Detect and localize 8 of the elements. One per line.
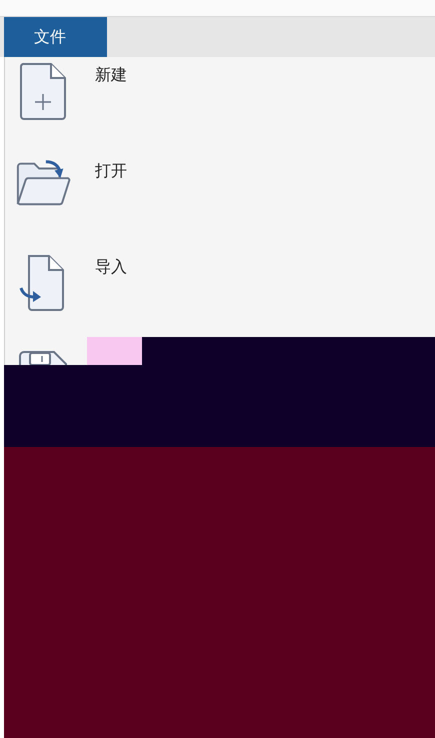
menu-item-label[interactable]: 导入: [95, 257, 127, 278]
menu-tab[interactable]: 文件: [4, 17, 107, 57]
folder-icon: [15, 158, 71, 208]
menu-item-label[interactable]: 打开: [95, 161, 127, 182]
menu-item-label[interactable]: 新建: [95, 65, 127, 86]
glitch-patch: [87, 337, 142, 365]
import-file-icon: [19, 254, 67, 312]
new-file-icon: [19, 62, 67, 120]
